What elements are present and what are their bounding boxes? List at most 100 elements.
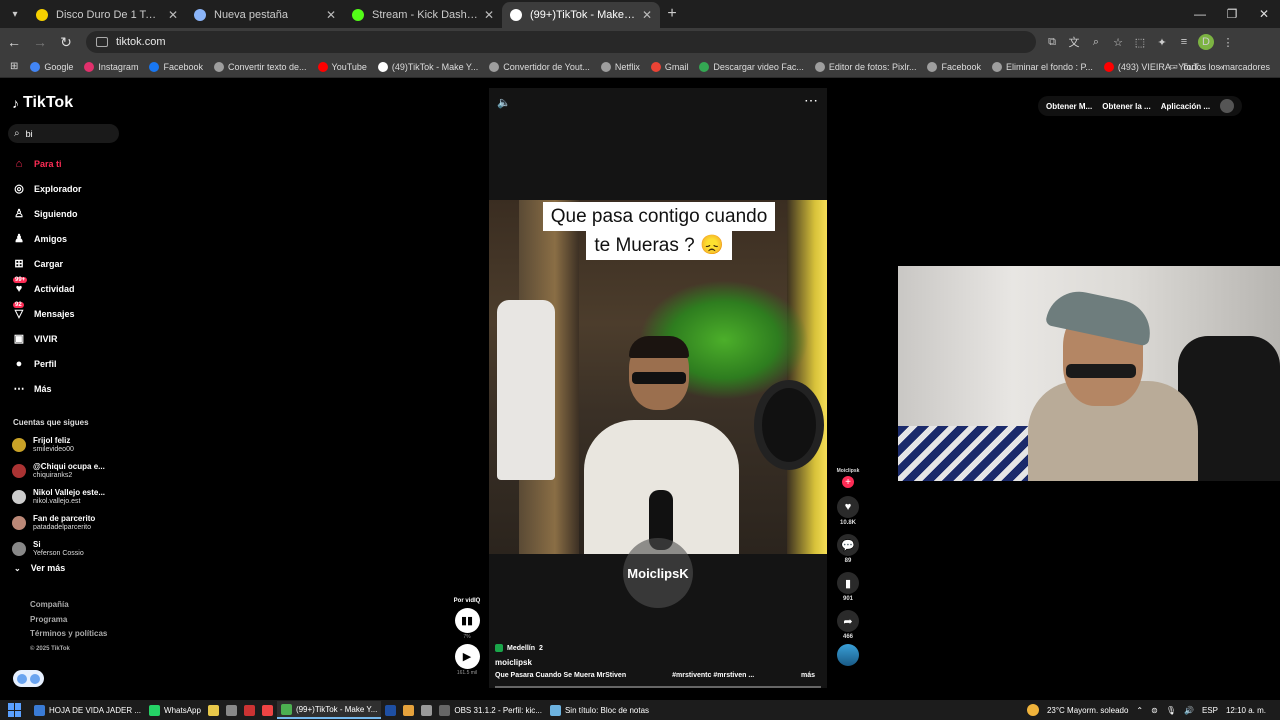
puzzle-icon[interactable]: ✦ — [1154, 34, 1170, 50]
play-icon[interactable]: ▶ — [454, 644, 480, 669]
sidebar-item[interactable]: ⌂ Para ti — [12, 151, 82, 176]
taskbar-app[interactable]: Sin título: Bloc de notas — [546, 701, 653, 719]
weather-text[interactable]: 23°C Mayorm. soleado — [1047, 706, 1128, 715]
sidebar-item[interactable]: ⊞ Cargar — [12, 251, 82, 276]
taskbar-app[interactable]: OBS 31.1.2 - Perfil: kic... — [435, 701, 546, 719]
bookmark-item[interactable]: Gmail — [650, 61, 688, 72]
volume-icon[interactable]: 🔈 — [497, 96, 511, 109]
extensions-icon[interactable]: ⬚ — [1132, 34, 1148, 50]
following-account[interactable]: Fan de parcerito patadadelparcerito — [12, 510, 105, 536]
footer-link-company[interactable]: Compañía — [30, 598, 107, 613]
reading-list-icon[interactable]: ≡ — [1176, 34, 1192, 50]
sidebar-item[interactable]: ⋯ Más — [12, 376, 82, 401]
bookmark-item[interactable]: Facebook — [927, 61, 981, 72]
video-player[interactable]: Que pasa contigo cuando te Mueras ? 😞 Mo… — [489, 88, 827, 688]
url-bar[interactable]: tiktok.com — [86, 31, 1036, 53]
bookmark-star-icon[interactable]: ☆ — [1110, 34, 1126, 50]
footer-link-terms[interactable]: Términos y políticas — [30, 627, 107, 642]
all-bookmarks[interactable]: ▭ Todos los marcadores — [1169, 61, 1270, 72]
following-account[interactable]: Nikol Vallejo este... nikol.vallejo.est — [12, 484, 105, 510]
video-author[interactable]: moiclipsk — [495, 658, 815, 667]
bookmark-item[interactable]: Netflix — [600, 61, 640, 72]
taskbar-pinned-icon[interactable] — [399, 701, 417, 719]
taskbar-pinned-icon[interactable] — [259, 701, 277, 719]
close-tab-icon[interactable]: ✕ — [326, 8, 336, 22]
tab-search-icon[interactable]: ▾ — [4, 3, 26, 25]
bookmark-item[interactable]: (49)TikTok - Make Y... — [377, 61, 478, 72]
progress-bar[interactable] — [495, 686, 821, 688]
sidebar-item[interactable]: ♥ Actividad 99+ — [12, 276, 82, 301]
taskbar-pinned-icon[interactable] — [223, 701, 241, 719]
following-account[interactable]: @Chiqui ocupa e... chiquiranks2 — [12, 458, 105, 484]
get-coins-button[interactable]: Obtener M... — [1046, 102, 1092, 111]
restore-icon[interactable]: ❐ — [1216, 0, 1248, 28]
install-icon[interactable]: ⧉ — [1044, 34, 1060, 50]
tiktok-logo[interactable]: ♪ TikTok — [12, 94, 73, 112]
taskbar-pinned-icon[interactable] — [205, 701, 223, 719]
mic-icon[interactable]: 🎙 — [1166, 706, 1176, 715]
bookmark-item[interactable]: Google — [30, 61, 73, 72]
more-link[interactable]: más — [801, 672, 815, 679]
taskbar-app[interactable]: (99+)TikTok - Make Y... — [276, 701, 382, 719]
close-window-icon[interactable]: ✕ — [1248, 0, 1280, 28]
start-icon[interactable] — [8, 703, 22, 717]
sidebar-item[interactable]: ♙ Siguiendo — [12, 201, 82, 226]
video-hashtags[interactable]: #mrstiventc #mrstiven ... — [672, 672, 754, 679]
more-options-icon[interactable]: ⋯ — [804, 92, 819, 109]
new-tab-button[interactable]: + — [660, 2, 684, 26]
search-input[interactable]: ⌕ bi — [8, 124, 119, 143]
lang-label[interactable]: ESP — [1202, 706, 1218, 715]
user-avatar[interactable] — [1220, 99, 1235, 113]
taskbar-pinned-icon[interactable] — [241, 701, 259, 719]
taskbar-pinned-icon[interactable] — [381, 701, 399, 719]
reload-icon[interactable]: ↻ — [54, 30, 78, 54]
like-icon[interactable]: ♥ — [837, 496, 859, 518]
site-info-icon[interactable] — [96, 37, 108, 47]
extension-pill[interactable] — [13, 670, 44, 687]
follow-plus-icon[interactable]: + — [842, 476, 854, 488]
minimize-icon[interactable]: — — [1184, 0, 1216, 28]
comment-icon[interactable]: 💬 — [837, 534, 859, 556]
close-tab-icon[interactable]: ✕ — [168, 8, 178, 22]
bookmark-item[interactable]: YouTube — [317, 61, 367, 72]
location-tag[interactable]: Medellín — [507, 645, 535, 652]
creator-avatar[interactable]: Moiclipsk — [837, 468, 860, 474]
sidebar-item[interactable]: ◎ Explorador — [12, 176, 81, 201]
sidebar-item[interactable]: ▽ Mensajes 92 — [12, 301, 82, 326]
browser-tab[interactable]: (99+)TikTok - Make Your Da ✕ — [502, 2, 660, 28]
browser-tab[interactable]: Stream - Kick Dashboard ✕ — [344, 2, 502, 28]
taskbar-app[interactable]: HOJA DE VIDA JADER ... — [30, 701, 145, 719]
network-icon[interactable]: ⊜ — [1151, 706, 1158, 715]
stats-icon[interactable]: ▮▮ — [454, 608, 480, 633]
bookmark-item[interactable]: Descargar video Fac... — [699, 61, 804, 72]
sidebar-item[interactable]: ● Perfil — [12, 351, 82, 376]
tray-chevron-icon[interactable]: ⌃ — [1136, 706, 1143, 715]
close-tab-icon[interactable]: ✕ — [484, 8, 494, 22]
footer-link-program[interactable]: Programa — [30, 613, 107, 628]
menu-icon[interactable]: ⋮ — [1220, 34, 1236, 50]
app-download-button[interactable]: Aplicación ... — [1161, 102, 1210, 111]
translate-icon[interactable]: 文 — [1066, 34, 1082, 50]
browser-tab[interactable]: Nueva pestaña ✕ — [186, 2, 344, 28]
bookmark-item[interactable]: Convertidor de Yout... — [489, 61, 590, 72]
forward-icon[interactable]: → — [28, 30, 52, 54]
share-icon[interactable]: ➦ — [837, 610, 859, 632]
sidebar-item[interactable]: ▣ VIVIR — [12, 326, 82, 351]
taskbar-app[interactable]: WhatsApp — [145, 701, 205, 719]
sidebar-item[interactable]: ♟ Amigos — [12, 226, 82, 251]
music-disc-icon[interactable] — [837, 644, 859, 666]
close-tab-icon[interactable]: ✕ — [642, 8, 652, 22]
back-icon[interactable]: ← — [2, 30, 26, 54]
browser-tab[interactable]: Disco Duro De 1 Tera | Mercado ✕ — [28, 2, 186, 28]
volume-tray-icon[interactable]: 🔊 — [1184, 706, 1194, 715]
following-account[interactable]: Si Yeferson Cossio — [12, 536, 105, 562]
apps-icon[interactable]: ⊞ — [10, 61, 18, 72]
clock[interactable]: 12:10 a. m. — [1226, 706, 1266, 715]
bookmark-item[interactable]: Facebook — [149, 61, 203, 72]
following-account[interactable]: Frijol feliz smilevideo00 — [12, 432, 105, 458]
get-app-button[interactable]: Obtener la ... — [1102, 102, 1150, 111]
bookmark-item[interactable]: Editor de fotos: Pixlr... — [814, 61, 916, 72]
profile-avatar[interactable]: D — [1198, 34, 1214, 50]
bookmark-item[interactable]: Instagram — [84, 61, 138, 72]
bookmark-item[interactable]: Convertir texto de... — [213, 61, 307, 72]
